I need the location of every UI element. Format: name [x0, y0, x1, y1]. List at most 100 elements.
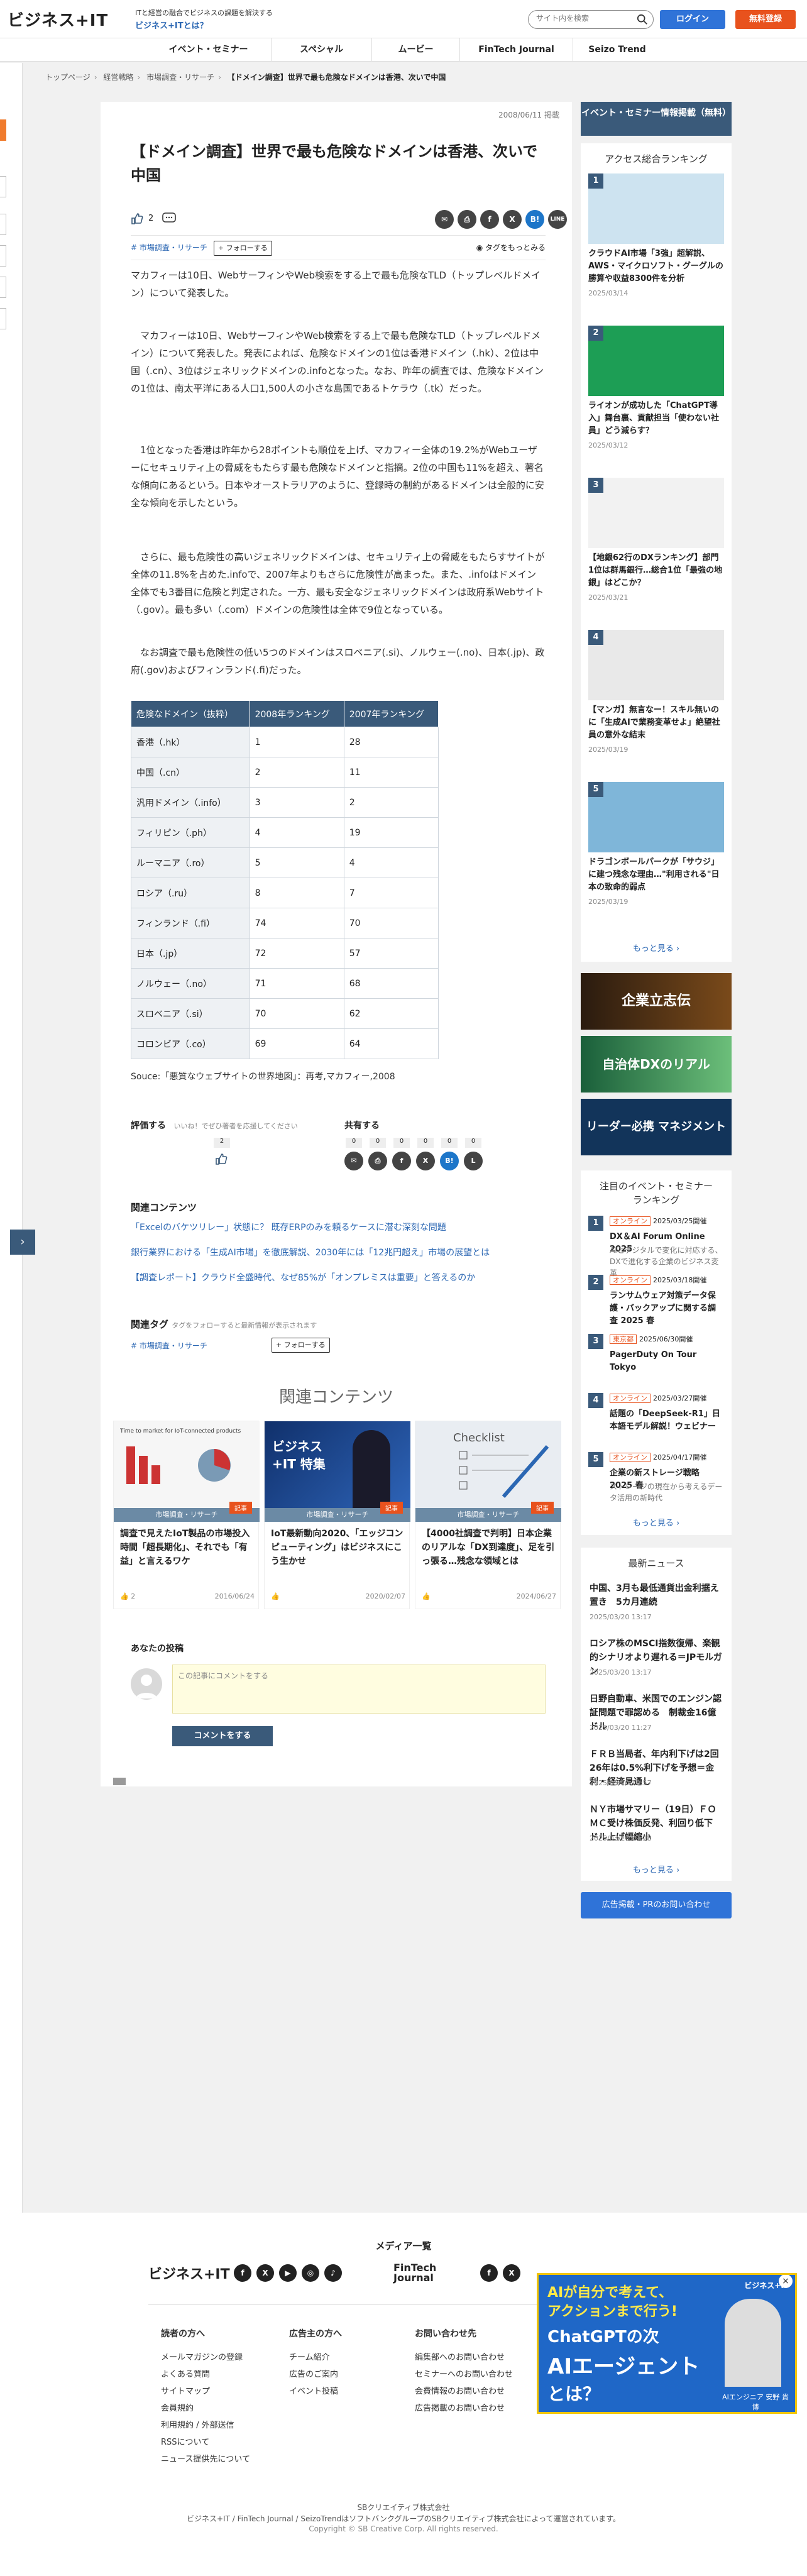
tag-follow-button[interactable]: + フォローする	[272, 1338, 330, 1353]
site-logo[interactable]: ビジネス+IT	[8, 8, 108, 31]
ranking-more-link[interactable]: もっと見る ›	[581, 942, 732, 954]
footer-link[interactable]: 会費情報のお問い合わせ	[415, 2383, 541, 2400]
breadcrumb-strategy[interactable]: 経営戦略	[103, 73, 133, 82]
event-title[interactable]: PagerDuty On Tour Tokyo	[610, 1349, 723, 1374]
ranking-item[interactable]: 1 クラウドAI市場「3強」超解説、AWS・マイクロソフト・グーグルの勝算や収益8…	[588, 173, 724, 318]
print-share-icon[interactable]: ⎙	[458, 210, 476, 229]
card-title[interactable]: 【4000社調査で判明】日本企業のリアルな「DX到達度」、足を引っ張る…残念な領…	[422, 1527, 556, 1568]
panel-tab[interactable]	[0, 119, 6, 141]
tag-chip[interactable]: # 市場調査・リサーチ	[131, 1339, 207, 1353]
comment-input[interactable]: この記事にコメントをする	[172, 1665, 546, 1714]
x-icon[interactable]: X	[503, 2264, 520, 2282]
event-title[interactable]: 話題の「DeepSeek-R1」日本語モデル解説！ウェビナー	[610, 1408, 723, 1433]
side-open-arrow-icon[interactable]: ›	[10, 1230, 35, 1255]
footer-link[interactable]: チーム紹介	[289, 2349, 415, 2366]
about-link[interactable]: ビジネス+ITとは？	[135, 19, 208, 31]
promo-banner[interactable]: リーダー必携 マネジメント術	[581, 1099, 732, 1190]
event-item[interactable]: 1 オンライン 2025/03/25開催 DX＆AI Forum Online 202…	[588, 1216, 724, 1277]
event-more-link[interactable]: もっと見る ›	[581, 1516, 732, 1528]
ranking-title[interactable]: クラウドAI市場「3強」超解説、AWS・マイクロソフト・グーグルの勝算や収益83…	[588, 248, 724, 285]
nav-events[interactable]: イベント・セミナー	[146, 38, 272, 61]
card-title[interactable]: IoT最新動向2020、「エッジコンピューティング」はビジネスにこう生かせ	[271, 1527, 405, 1568]
footer-link[interactable]: 編集部へのお問い合わせ	[415, 2349, 541, 2366]
breadcrumb-research[interactable]: 市場調査・リサーチ	[146, 73, 214, 82]
related-link[interactable]: 銀行業界における「生成AI市場」を徹底解説、2030年には「12兆円超え」市場の…	[131, 1246, 546, 1258]
event-title[interactable]: ランサムウェア対策データ保護・バックアップに関する調査 2025 春	[610, 1290, 723, 1328]
comment-icon[interactable]	[162, 212, 176, 225]
footer-link[interactable]: 利用規約 / 外部送信	[161, 2417, 287, 2434]
promo-banner[interactable]: 企業立志伝	[581, 973, 732, 1030]
panel-tab[interactable]	[0, 277, 6, 298]
ranking-item[interactable]: 5 ドラゴンボールパークが「サウジ」に建つ残念な理由…"利用される"日本の致命的弱…	[588, 782, 724, 927]
tiktok-icon[interactable]: ♪	[324, 2264, 342, 2282]
fintech-logo[interactable]: FinTech Journal	[393, 2263, 469, 2283]
more-tags-link[interactable]: ◉ タグをもっとみる	[476, 242, 546, 253]
facebook-icon[interactable]: f	[234, 2264, 251, 2282]
comment-submit-button[interactable]: コメントをする	[172, 1726, 273, 1746]
mail-share-icon[interactable]: ✉	[435, 210, 454, 229]
event-item[interactable]: 2 オンライン 2025/03/18開催 ランサムウェア対策データ保護・バックアップに…	[588, 1275, 724, 1330]
panel-tab[interactable]	[0, 214, 6, 235]
mail-share-icon[interactable]: ✉	[344, 1152, 363, 1170]
x-share-icon[interactable]: X	[416, 1152, 435, 1170]
promo-banner[interactable]: 自治体DXのリアル	[581, 1036, 732, 1093]
tag-follow-button[interactable]: + フォローする	[214, 241, 272, 256]
left-slide-panel[interactable]	[0, 63, 23, 2232]
panel-tab[interactable]	[0, 176, 6, 197]
close-icon[interactable]: ×	[779, 2275, 793, 2288]
floating-ad[interactable]: AIが自分で考えて、 アクションまで行う! ChatGPTの次 AIエージェント…	[537, 2273, 797, 2414]
search-input[interactable]	[536, 14, 630, 23]
event-item[interactable]: 5 オンライン 2025/04/17開催 企業の新ストレージ戦略 2025 春ストレー…	[588, 1452, 724, 1507]
breadcrumb-top[interactable]: トップページ	[45, 73, 91, 82]
related-card[interactable]: Checklist 市場調査・リサーチ 記事 【4000社調査で判明】日本企業の…	[415, 1421, 561, 1609]
footer-logo[interactable]: ビジネス+IT	[148, 2263, 230, 2283]
footer-link[interactable]: イベント投稿	[289, 2383, 415, 2400]
related-card[interactable]: ビジネス+IT 特集 市場調査・リサーチ 記事 IoT最新動向2020、「エッジ…	[264, 1421, 410, 1609]
like-icon[interactable]	[215, 1153, 228, 1165]
footer-link[interactable]: セミナーへのお問い合わせ	[415, 2366, 541, 2383]
hatena-share-icon[interactable]: B!	[440, 1152, 459, 1170]
x-icon[interactable]: X	[256, 2264, 274, 2282]
related-link[interactable]: 【調査レポート】クラウド全盛時代、なぜ85%が「オンプレミスは重要」と答えるのか	[131, 1271, 546, 1284]
related-card[interactable]: Time to market for IoT-connected product…	[113, 1421, 260, 1609]
x-share-icon[interactable]: X	[503, 210, 522, 229]
ranking-item[interactable]: 2 ライオンが成功した「ChatGPT導入」舞台裏、貢献担当「使わない社員」どう減…	[588, 326, 724, 470]
nav-seizo[interactable]: Seizo Trend	[573, 38, 661, 61]
news-more-link[interactable]: もっと見る ›	[581, 1863, 732, 1875]
search-box[interactable]	[528, 10, 654, 29]
line-share-icon[interactable]: L	[464, 1152, 483, 1170]
login-button[interactable]: ログイン	[660, 10, 725, 29]
register-button[interactable]: 無料登録	[735, 10, 796, 29]
facebook-share-icon[interactable]: f	[392, 1152, 411, 1170]
hatena-share-icon[interactable]: B!	[525, 210, 544, 229]
like-icon[interactable]	[131, 212, 143, 225]
youtube-icon[interactable]: ▶	[279, 2264, 297, 2282]
footer-link[interactable]: よくある質問	[161, 2366, 287, 2383]
nav-fintech[interactable]: FinTech Journal	[460, 38, 573, 61]
related-link[interactable]: 「Excelのバケツリレー」状態に？ 既存ERPのみを頼るケースに潜む深刻な問題	[131, 1221, 546, 1233]
footer-link[interactable]: RSSについて	[161, 2434, 287, 2451]
ranking-title[interactable]: ライオンが成功した「ChatGPT導入」舞台裏、貢献担当「使わない社員」どう減ら…	[588, 400, 724, 438]
nav-special[interactable]: スペシャル	[272, 38, 372, 61]
news-title[interactable]: 中国、3月も最低通貨出金利据え置き 5カ月連続	[590, 1582, 723, 1609]
footer-link[interactable]: 会員規約	[161, 2400, 287, 2417]
footer-link[interactable]: 広告のご案内	[289, 2366, 415, 2383]
panel-tab[interactable]	[0, 245, 6, 267]
ranking-item[interactable]: 4 【マンガ】無言なー！スキル無いのに「生成AIで業務変革せよ」絶望社員の意外な結…	[588, 630, 724, 774]
ranking-title[interactable]: 【地銀62行のDXランキング】部門1位は群馬銀行…総合1位「最強の地銀」はどこか…	[588, 552, 724, 590]
footer-link[interactable]: メールマガジンの登録	[161, 2349, 287, 2366]
ranking-title[interactable]: ドラゴンボールパークが「サウジ」に建つ残念な理由…"利用される"日本の致命的弱点	[588, 856, 724, 894]
nav-movie[interactable]: ムービー	[372, 38, 460, 61]
line-share-icon[interactable]: LINE	[548, 210, 567, 229]
footer-link[interactable]: 広告掲載のお問い合わせ	[415, 2400, 541, 2417]
print-share-icon[interactable]: ⎙	[368, 1152, 387, 1170]
event-item[interactable]: 3 東京都 2025/06/30開催 PagerDuty On Tour Tokyo	[588, 1334, 724, 1389]
ranking-item[interactable]: 3 【地銀62行のDXランキング】部門1位は群馬銀行…総合1位「最強の地銀」はどこ…	[588, 478, 724, 622]
ad-inquiry-button[interactable]: 広告掲載・PRのお問い合わせ	[581, 1892, 732, 1918]
footer-link[interactable]: ニュース提供先について	[161, 2451, 287, 2468]
facebook-share-icon[interactable]: f	[480, 210, 499, 229]
event-item[interactable]: 4 オンライン 2025/03/27開催 話題の「DeepSeek-R1」日本語モデル…	[588, 1393, 724, 1448]
ranking-title[interactable]: 【マンガ】無言なー！スキル無いのに「生成AIで業務変革せよ」絶望社員の意外な結末	[588, 704, 724, 742]
event-post-banner[interactable]: イベント・セミナー情報掲載（無料）	[581, 102, 732, 136]
footer-link[interactable]: サイトマップ	[161, 2383, 287, 2400]
